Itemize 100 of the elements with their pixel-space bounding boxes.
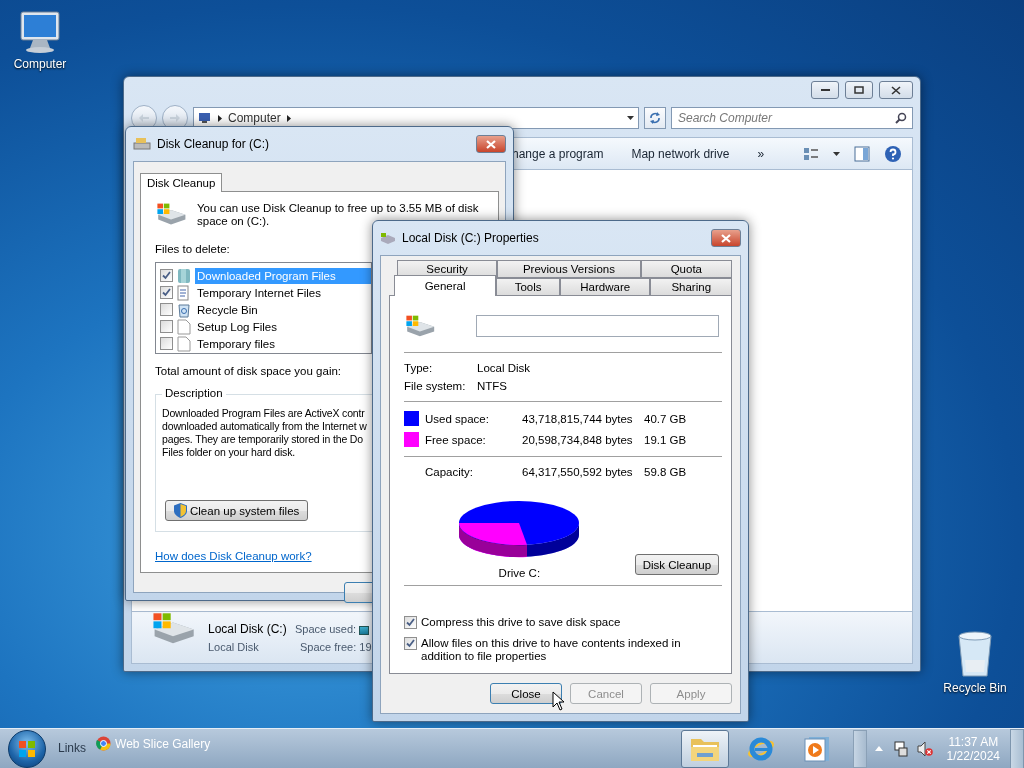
shield-icon — [174, 503, 187, 518]
size-value: 40.7 GB — [644, 412, 688, 425]
checkbox[interactable] — [160, 303, 173, 316]
size-value: 59.8 GB — [644, 466, 688, 478]
field-label: Used space: — [425, 412, 490, 425]
window-title: Local Disk (C:) Properties — [402, 231, 540, 245]
minimize-button[interactable] — [811, 81, 839, 99]
help-icon[interactable] — [884, 144, 902, 163]
detail-label: Space free: 19 — [299, 640, 372, 653]
field-label: Capacity: — [425, 466, 474, 478]
preview-pane-icon[interactable] — [854, 145, 870, 162]
field-label: File system: — [404, 380, 467, 392]
tab[interactable]: Previous Versions — [497, 260, 641, 278]
checkbox[interactable] — [160, 269, 173, 282]
checkbox[interactable] — [160, 320, 173, 333]
toolbar-item[interactable]: » — [757, 146, 765, 161]
description-text: Files folder on your hard disk. — [162, 446, 296, 459]
recycle-bin-icon — [177, 301, 191, 318]
list-item[interactable]: Temporary Internet Files — [195, 284, 371, 301]
close-icon — [891, 85, 901, 95]
checkbox-label: Allow files on this drive to have contents indexed in addition to file properties — [421, 637, 682, 663]
intro-text: You can use Disk Cleanup to free up to 3.55 MB of disk space on (C:). — [197, 202, 480, 228]
drive-name: Local Disk (C:) — [208, 621, 287, 636]
section-label: Files to delete: — [155, 242, 230, 256]
caret-icon — [627, 116, 634, 120]
window-title: Disk Cleanup for (C:) — [157, 137, 271, 151]
field-label: Free space: — [425, 433, 487, 446]
byte-count: 43,718,815,744 bytes — [522, 412, 634, 425]
checkbox[interactable] — [404, 616, 417, 629]
drive-type: Local Disk — [208, 640, 259, 653]
refresh-button[interactable] — [644, 107, 666, 129]
list-item[interactable]: Setup Log Files — [195, 318, 371, 335]
toolbar-item[interactable]: Map network drive — [631, 146, 730, 161]
chevron-right-icon — [286, 114, 291, 122]
volume-label-field[interactable] — [475, 315, 719, 337]
tab[interactable]: Disk Cleanup — [140, 173, 223, 192]
mouse-pointer-icon — [552, 691, 565, 711]
tab[interactable]: Hardware — [560, 278, 651, 296]
computer-icon — [198, 112, 212, 124]
list-item[interactable]: Temporary files — [195, 335, 371, 352]
help-link[interactable]: How does Disk Cleanup work? — [155, 550, 312, 562]
clock-time: 11:37 AM — [948, 734, 999, 749]
close-button[interactable] — [879, 81, 913, 99]
field-value: Local Disk — [477, 362, 532, 374]
start-button[interactable] — [8, 729, 46, 768]
drive-icon — [404, 314, 436, 338]
search-field[interactable]: Search Computer — [671, 107, 913, 129]
clock-date: 1/22/2024 — [946, 748, 1000, 763]
breadcrumb[interactable]: Computer — [228, 111, 281, 125]
dialog-button[interactable]: Close — [490, 683, 562, 704]
recycle-bin-icon — [955, 630, 995, 678]
media-player-icon — [802, 734, 831, 763]
list-item[interactable]: Recycle Bin — [195, 301, 371, 318]
description-text: downloaded automatically from the Internet w — [162, 420, 367, 433]
search-icon — [895, 112, 907, 124]
folder-icon — [177, 267, 191, 284]
checkbox-label: Compress this drive to save disk space — [421, 616, 622, 629]
links-label: Links — [58, 741, 86, 755]
drive-label: Drive C: — [498, 567, 541, 579]
document-icon — [177, 335, 191, 352]
maximize-button[interactable] — [845, 81, 873, 99]
close-icon — [721, 233, 731, 243]
checkbox[interactable] — [404, 637, 417, 650]
checkbox[interactable] — [160, 286, 173, 299]
drive-icon — [380, 232, 396, 244]
description-text: pages. They are temporarily stored in the Do — [162, 433, 363, 446]
drive-icon — [150, 611, 196, 646]
tab[interactable]: Tools — [496, 278, 561, 296]
close-button[interactable] — [476, 135, 506, 153]
show-desktop-button[interactable] — [1010, 728, 1024, 768]
field-label: Type: — [404, 362, 434, 374]
speaker-icon[interactable] — [916, 740, 933, 757]
tab[interactable]: Quota — [640, 260, 732, 278]
close-button[interactable] — [711, 229, 741, 247]
desktop-icon-label[interactable]: Computer — [13, 57, 67, 71]
description-text: Downloaded Program Files are ActiveX contr — [162, 407, 365, 420]
size-value: 19.1 GB — [644, 433, 688, 446]
desktop-icon-label[interactable]: Recycle Bin — [943, 681, 1007, 695]
document-icon — [177, 284, 191, 301]
refresh-icon — [649, 112, 661, 124]
document-icon — [177, 318, 191, 335]
byte-count: 64,317,550,592 bytes — [522, 466, 634, 478]
minimize-icon — [820, 88, 830, 92]
clean-up-system-files-button[interactable]: Clean up system files — [165, 500, 309, 521]
byte-count: 20,598,734,848 bytes — [522, 433, 634, 446]
detail-label: Space used: — [295, 622, 357, 635]
address-bar[interactable]: Computer — [193, 107, 639, 129]
group-title: Description — [162, 387, 226, 399]
chevron-right-icon — [218, 114, 222, 122]
checkbox[interactable] — [160, 337, 173, 350]
tab[interactable]: General — [394, 275, 497, 296]
network-icon[interactable] — [892, 740, 909, 757]
tab[interactable]: Sharing — [650, 278, 732, 296]
total-label: Total amount of disk space you gain: — [155, 364, 342, 378]
computer-icon — [17, 10, 63, 54]
drive-icon — [155, 202, 187, 226]
view-options-icon[interactable] — [803, 146, 819, 161]
disk-cleanup-button[interactable]: Disk Cleanup — [634, 554, 719, 575]
windows-logo-icon — [18, 739, 36, 758]
taskbar-button[interactable] — [680, 729, 729, 768]
